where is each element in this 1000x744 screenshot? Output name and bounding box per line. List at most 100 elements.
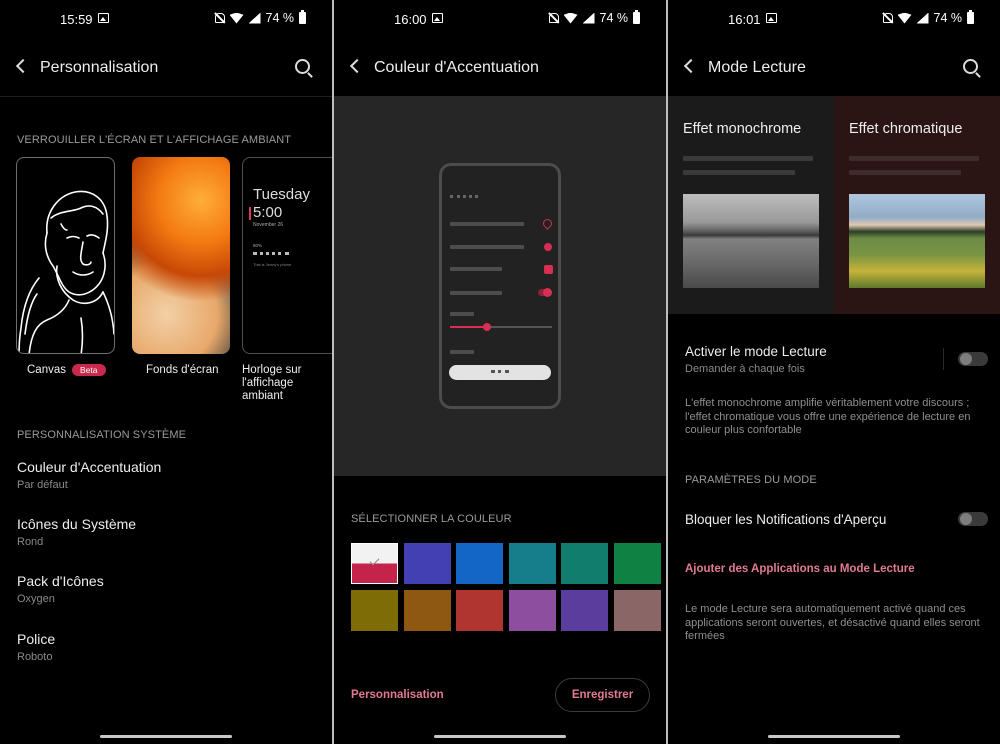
color-swatch[interactable] [351, 590, 398, 631]
color-swatch[interactable] [508, 590, 556, 631]
phone-mockup [439, 163, 561, 409]
canvas-label: Canvas [27, 364, 66, 376]
save-button[interactable]: Enregistrer [555, 678, 650, 712]
header-divider [0, 96, 332, 97]
item-title: Police [17, 631, 56, 647]
page-title: Personnalisation [40, 59, 159, 76]
enable-reading-mode-subtitle: Demander à chaque fois [685, 363, 805, 375]
battery-percent: 74 % [933, 11, 963, 25]
checkmark-icon [369, 555, 380, 566]
clock-battery: 80% [253, 243, 263, 248]
slider-knob [483, 323, 491, 331]
system-icons-item[interactable]: Icônes du Système Rond [17, 516, 136, 548]
item-subtitle: Rond [17, 536, 44, 548]
accent-color-item[interactable]: Couleur d'Accentuation Par défaut [17, 459, 161, 491]
mock-line [450, 245, 524, 249]
mute-icon [547, 12, 559, 24]
preview-line [849, 156, 979, 161]
chromatic-landscape-image [849, 194, 985, 288]
enable-reading-mode-label[interactable]: Activer le mode Lecture [685, 344, 827, 359]
monochrome-effect-option[interactable]: Effet monochrome [668, 96, 834, 314]
mute-icon [881, 12, 893, 24]
search-icon[interactable] [963, 59, 978, 74]
block-notifications-label[interactable]: Bloquer les Notifications d'Aperçu [685, 512, 886, 527]
mock-line [450, 222, 524, 226]
select-color-header: SÉLECTIONNER LA COULEUR [351, 513, 512, 525]
row-separator [943, 348, 944, 370]
signal-icon [916, 12, 929, 24]
top-app-bar: Couleur d'Accentuation [334, 45, 666, 91]
add-apps-link[interactable]: Ajouter des Applications au Mode Lecture [685, 563, 915, 575]
color-swatch[interactable] [613, 543, 661, 584]
clock-notification-icons [253, 252, 289, 256]
mode-params-header: PARAMÈTRES DU MODE [685, 474, 817, 486]
color-swatch[interactable] [508, 543, 556, 584]
battery-icon [633, 10, 640, 24]
canvas-thumbnail[interactable] [16, 157, 115, 354]
ambient-clock-thumbnail[interactable]: Tuesday 5:00 November 26 80% This is Jen… [242, 157, 332, 354]
color-swatch[interactable] [613, 590, 661, 631]
color-swatch[interactable] [561, 543, 608, 584]
ambient-clock-label: Horloge sur l'affichage ambiant [242, 364, 302, 402]
chromatic-effect-option[interactable]: Effet chromatique [834, 96, 1000, 314]
item-subtitle: Oxygen [17, 593, 55, 605]
mock-line [450, 350, 474, 354]
accent-preview-area [334, 96, 666, 476]
status-bar: 15:59 74 % [0, 0, 332, 38]
top-app-bar: Personnalisation [0, 45, 332, 91]
battery-icon [299, 10, 306, 24]
wifi-icon [229, 12, 244, 24]
canvas-line-art-portrait [18, 190, 114, 353]
back-arrow-icon[interactable] [683, 58, 699, 74]
checkbox-icon [544, 265, 553, 274]
back-arrow-icon[interactable] [349, 58, 365, 74]
status-bar: 16:01 74 % [668, 0, 1000, 38]
enable-reading-mode-toggle[interactable] [958, 352, 988, 366]
reading-mode-description: L'effet monochrome amplifie véritablemen… [685, 397, 971, 436]
beta-badge: Beta [72, 364, 106, 376]
home-indicator[interactable] [768, 735, 900, 738]
section-lockscreen-header: VERROUILLER L'ÉCRAN ET L'AFFICHAGE AMBIA… [17, 134, 292, 146]
color-swatch[interactable] [456, 543, 503, 584]
image-notification-icon [432, 13, 443, 23]
block-notifications-toggle[interactable] [958, 512, 988, 526]
mock-button [449, 365, 551, 380]
battery-percent: 74 % [265, 11, 295, 25]
location-pin-icon [541, 217, 554, 230]
color-swatch[interactable] [403, 543, 451, 584]
home-indicator[interactable] [100, 735, 232, 738]
item-title: Icônes du Système [17, 516, 137, 532]
clock-time: 5:00 [248, 204, 283, 221]
search-icon[interactable] [295, 59, 310, 74]
personalisation-screen: 15:59 74 % Personnalisation VERROUILLER … [0, 0, 332, 744]
color-swatch[interactable] [561, 590, 608, 631]
status-time: 15:59 [60, 12, 93, 27]
image-notification-icon [98, 13, 109, 23]
wifi-icon [897, 12, 912, 24]
preview-line [683, 170, 795, 175]
wifi-icon [563, 12, 578, 24]
wallpaper-label: Fonds d'écran [146, 364, 219, 376]
icon-pack-item[interactable]: Pack d'Icônes Oxygen [17, 573, 104, 605]
color-swatch-selected[interactable] [351, 543, 398, 584]
toggle-icon [538, 288, 552, 297]
accent-color-screen: 16:00 74 % Couleur d'Accentuation SÉLECT… [334, 0, 666, 744]
mock-header [450, 195, 478, 198]
signal-icon [248, 12, 261, 24]
color-swatch[interactable] [456, 590, 503, 631]
color-swatch[interactable] [403, 590, 451, 631]
status-time: 16:01 [728, 12, 761, 27]
home-indicator[interactable] [434, 735, 566, 738]
font-item[interactable]: Police Roboto [17, 631, 55, 663]
wallpaper-thumbnail[interactable] [132, 157, 230, 354]
mock-line [450, 312, 474, 316]
top-app-bar: Mode Lecture [668, 45, 1000, 91]
status-bar: 16:00 74 % [334, 0, 666, 38]
back-arrow-icon[interactable] [15, 58, 31, 74]
item-title: Pack d'Icônes [17, 573, 104, 589]
slider-mock [450, 323, 552, 331]
section-system-header: PERSONNALISATION SYSTÈME [17, 429, 187, 441]
reading-mode-footer: Le mode Lecture sera automatiquement act… [685, 603, 980, 642]
custom-color-link[interactable]: Personnalisation [351, 689, 444, 701]
item-subtitle: Par défaut [17, 479, 68, 491]
